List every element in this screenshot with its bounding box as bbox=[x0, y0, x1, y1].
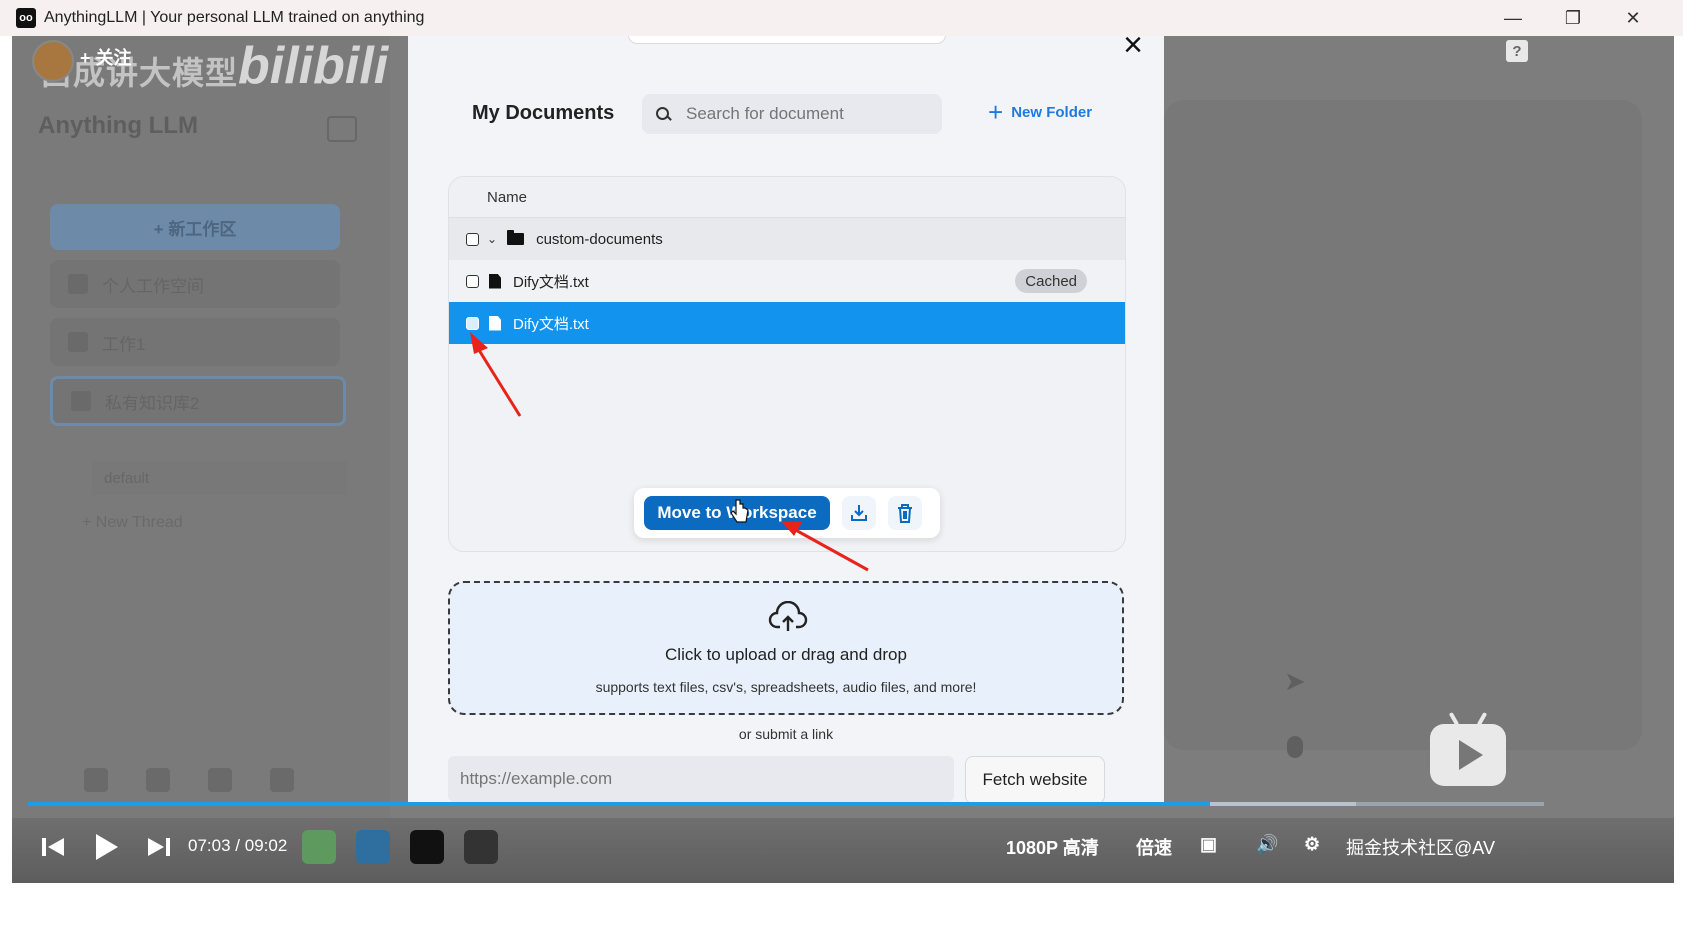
documents-modal: × My Documents + New Folder Name ⌄ custo… bbox=[408, 36, 1164, 806]
upload-dropzone[interactable]: Click to upload or drag and drop support… bbox=[448, 581, 1124, 715]
terminal-icon[interactable] bbox=[464, 830, 498, 864]
table-row-selected[interactable]: Dify文档.txt bbox=[449, 302, 1125, 344]
folder-icon bbox=[507, 230, 525, 245]
player-controls: 07:03 / 09:02 1080P 高清 倍速 ▣ 🔊 ⚙ 掘金技术社区@A… bbox=[12, 818, 1674, 883]
microphone-icon[interactable] bbox=[1287, 736, 1303, 758]
community-icon[interactable] bbox=[84, 768, 108, 792]
speed-selector[interactable]: 倍速 bbox=[1136, 834, 1172, 860]
send-icon[interactable]: ➤ bbox=[1284, 666, 1306, 697]
book-icon[interactable] bbox=[146, 768, 170, 792]
chevron-down-icon[interactable]: ⌄ bbox=[487, 232, 497, 246]
table-header: Name bbox=[449, 177, 1125, 218]
row-checkbox[interactable] bbox=[466, 232, 479, 246]
close-icon[interactable]: × bbox=[1118, 36, 1148, 62]
new-thread-button[interactable]: + New Thread bbox=[82, 514, 183, 532]
plus-icon: + bbox=[988, 97, 1004, 127]
modal-title: My Documents bbox=[472, 102, 615, 124]
time-separator: / bbox=[235, 836, 241, 855]
link-input[interactable] bbox=[448, 756, 954, 802]
volume-icon[interactable]: 🔊 bbox=[1256, 834, 1278, 855]
workspace-icon bbox=[68, 274, 88, 294]
fetch-website-button[interactable]: Fetch website bbox=[965, 756, 1105, 804]
next-icon[interactable] bbox=[142, 830, 176, 864]
watermark: 掘金技术社区@AV bbox=[1346, 838, 1495, 858]
play-icon[interactable] bbox=[88, 830, 122, 864]
file-icon bbox=[489, 315, 501, 331]
row-name: Dify文档.txt bbox=[513, 315, 589, 333]
download-icon[interactable] bbox=[842, 496, 876, 530]
anything-llm-logo: Anything LLM bbox=[38, 112, 198, 139]
video-player[interactable]: Anything LLM + 新工作区 个人工作空间 工作1 私有知识库2 de… bbox=[12, 36, 1674, 883]
anythingllm-app-icon: oo bbox=[16, 8, 36, 28]
bilibili-tv-play-icon[interactable] bbox=[1430, 724, 1506, 786]
row-checkbox[interactable] bbox=[466, 316, 479, 330]
selection-action-bar: Move to Workspace bbox=[634, 488, 940, 538]
cloud-upload-icon bbox=[768, 601, 808, 631]
help-icon[interactable]: ? bbox=[1506, 40, 1528, 62]
quality-selector[interactable]: 1080P 高清 bbox=[1006, 834, 1099, 860]
discord-icon[interactable] bbox=[208, 768, 232, 792]
chat-area bbox=[1164, 100, 1642, 750]
current-time: 07:03 bbox=[188, 836, 231, 855]
table-row[interactable]: ⌄ custom-documents bbox=[449, 218, 1125, 260]
trash-icon[interactable] bbox=[888, 496, 922, 530]
upload-title: Click to upload or drag and drop bbox=[665, 645, 907, 664]
file-icon bbox=[489, 273, 501, 289]
total-time: 09:02 bbox=[244, 836, 288, 855]
workspace-label: 工作1 bbox=[102, 334, 146, 354]
workspace-icon bbox=[68, 332, 88, 352]
workspace-label: 个人工作空间 bbox=[102, 276, 204, 296]
move-to-workspace-button[interactable]: Move to Workspace bbox=[644, 496, 830, 530]
follow-button[interactable]: + 关注 bbox=[80, 44, 132, 70]
row-checkbox[interactable] bbox=[466, 274, 479, 288]
table-row[interactable]: Dify文档.txt Cached bbox=[449, 260, 1125, 302]
grid-icon bbox=[71, 391, 91, 411]
search-icon bbox=[656, 107, 670, 121]
document-search[interactable] bbox=[642, 94, 942, 134]
minimize-button[interactable]: — bbox=[1483, 0, 1543, 36]
progress-fill bbox=[28, 802, 1211, 806]
row-name: Dify文档.txt bbox=[513, 273, 589, 291]
thread-item-default[interactable]: default bbox=[92, 461, 347, 495]
wechat-icon[interactable] bbox=[302, 830, 336, 864]
workspace-item[interactable]: 个人工作空间 bbox=[50, 260, 340, 308]
window-title: AnythingLLM | Your personal LLM trained … bbox=[44, 9, 425, 26]
new-workspace-button[interactable]: + 新工作区 bbox=[50, 204, 340, 250]
or-submit-link-label: or submit a link bbox=[738, 726, 834, 742]
upload-subtitle: supports text files, csv's, spreadsheets… bbox=[595, 679, 977, 695]
anythingllm-taskbar-icon[interactable] bbox=[410, 830, 444, 864]
search-input[interactable] bbox=[684, 103, 928, 125]
uploader-avatar[interactable] bbox=[32, 40, 74, 82]
new-folder-label: New Folder bbox=[1011, 103, 1093, 121]
close-window-button[interactable]: ✕ bbox=[1603, 0, 1663, 36]
cached-badge: Cached bbox=[1015, 269, 1087, 293]
workspace-item-active[interactable]: 私有知识库2 bbox=[50, 376, 346, 426]
window-titlebar: oo AnythingLLM | Your personal LLM train… bbox=[0, 0, 1683, 36]
workspace-item[interactable]: 工作1 bbox=[50, 318, 340, 366]
bilibili-logo: bilibili bbox=[238, 37, 389, 95]
sidebar-toggle-icon[interactable] bbox=[327, 116, 357, 142]
wrench-icon[interactable] bbox=[270, 768, 294, 792]
previous-icon[interactable] bbox=[36, 830, 70, 864]
app-sidebar: Anything LLM + 新工作区 个人工作空间 工作1 私有知识库2 de… bbox=[12, 36, 390, 883]
row-name: custom-documents bbox=[536, 230, 663, 248]
settings-gear-icon[interactable]: ⚙ bbox=[1304, 834, 1320, 855]
time-display: 07:03 / 09:02 bbox=[188, 836, 287, 856]
restore-button[interactable]: ❐ bbox=[1543, 0, 1603, 36]
danmaku-icon[interactable]: ▣ bbox=[1200, 834, 1217, 855]
workspace-label: 私有知识库2 bbox=[105, 393, 200, 413]
new-folder-button[interactable]: + New Folder bbox=[988, 97, 1093, 127]
app-icon[interactable] bbox=[356, 830, 390, 864]
modal-top-bar bbox=[628, 36, 946, 44]
